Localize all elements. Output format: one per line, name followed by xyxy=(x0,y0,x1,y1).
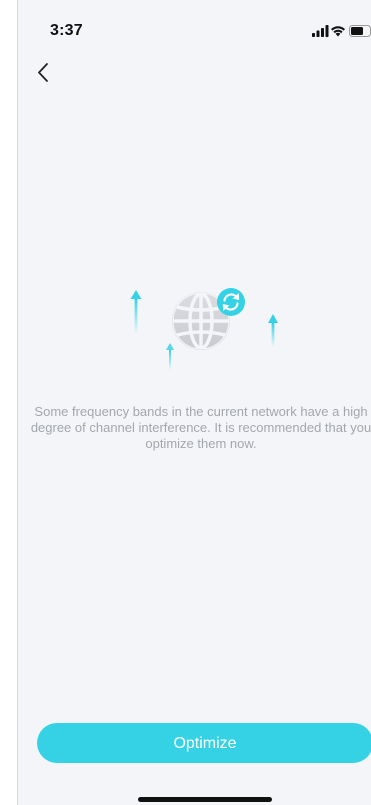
app-screen: 3:37 Some frequency bands in the current… xyxy=(17,0,371,805)
arrow-up-icon xyxy=(268,314,278,347)
arrow-up-icon xyxy=(130,290,142,334)
interference-message: Some frequency bands in the current netw… xyxy=(30,404,371,451)
refresh-icon xyxy=(217,288,245,316)
back-button[interactable] xyxy=(32,58,62,88)
wifi-icon xyxy=(331,26,345,37)
arrow-up-icon xyxy=(166,343,174,370)
channel-optimization-illustration xyxy=(130,288,278,370)
signal-icon xyxy=(312,25,329,37)
chevron-left-icon xyxy=(38,63,48,82)
home-indicator xyxy=(138,797,272,802)
status-bar: 3:37 xyxy=(18,0,371,44)
optimize-button[interactable]: Optimize xyxy=(37,723,371,763)
status-time: 3:37 xyxy=(50,22,83,39)
battery-icon xyxy=(349,25,371,37)
